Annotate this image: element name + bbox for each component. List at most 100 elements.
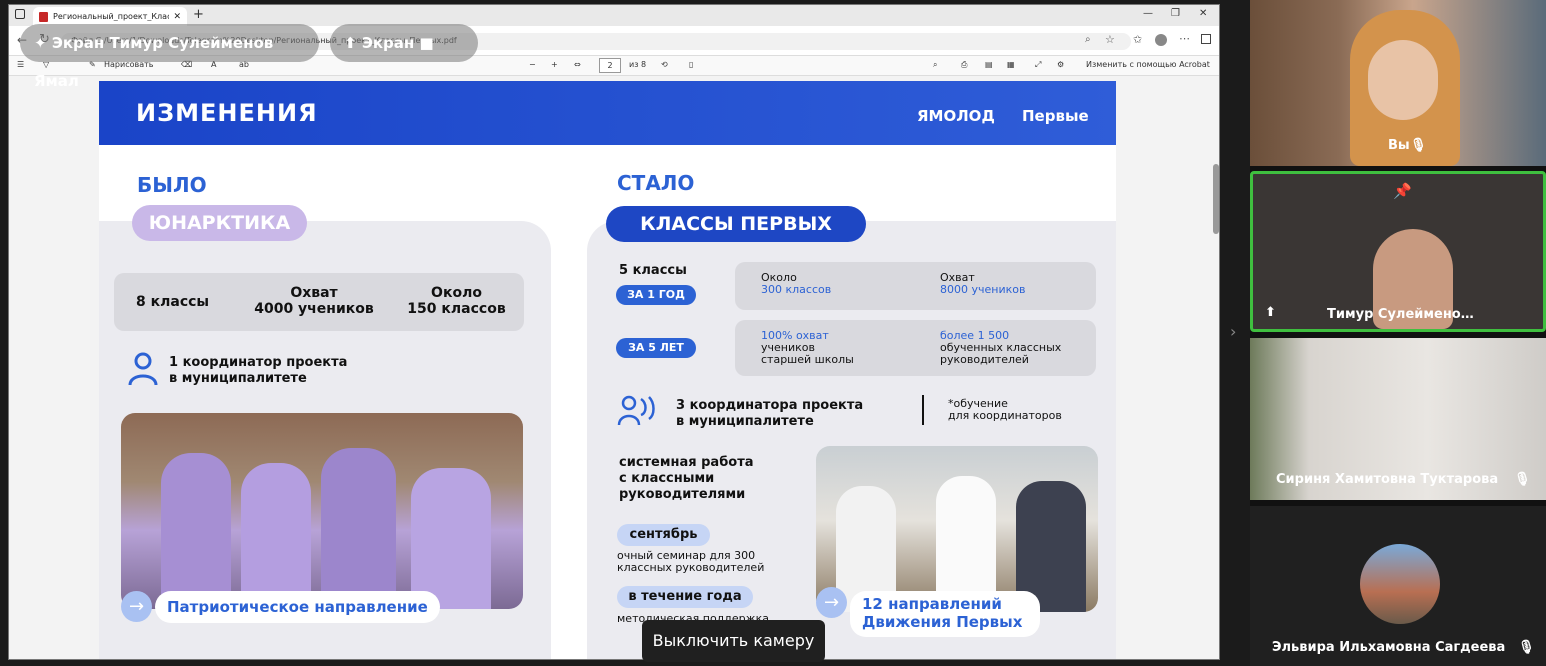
zoom-out-icon[interactable]: − [529,60,536,69]
pdf-icon [39,11,48,22]
rotate-icon[interactable]: ⟲ [661,60,668,69]
participant-tile-speaker[interactable]: 📌 ⬆ Тимур Сулейменo… [1250,171,1546,332]
system-line3: руководителями [619,487,746,502]
favorites-icon[interactable]: ✩ [1133,33,1142,46]
five-years-badge: ЗА 5 ЛЕТ [616,338,696,358]
participant-name-speaker: Тимур Сулейменo… [1327,307,1474,322]
one-year-col1-value: 300 классов [761,283,832,296]
edit-acrobat-button[interactable]: Изменить с помощью Acrobat [1086,60,1210,69]
fullscreen-icon[interactable]: ⤢ [1035,60,1041,70]
muted-mic-icon: 🎙 [1410,138,1427,153]
before-coordinator-line1: 1 координатор проекта [169,355,348,370]
before-caption: Патриотическое направление [155,591,440,623]
settings-gear-icon[interactable]: ⚙ [1057,60,1064,69]
after-program-pill: КЛАССЫ ПЕРВЫХ [606,206,866,242]
september-text-line2: классных руководителей [617,561,765,574]
print-icon[interactable]: ⎙ [961,60,967,70]
divider [922,395,924,425]
camera-off-tooltip: Выключить камеру [642,620,825,662]
after-arrow-icon: → [816,587,847,618]
group-icon [617,395,655,426]
profile-icon[interactable] [1155,34,1167,46]
sidebar-icon[interactable] [1201,34,1211,44]
before-approx-label: Около [431,285,482,301]
muted-mic-icon: 🎙 [1518,640,1535,655]
pin-icon: ✦ [34,34,47,52]
after-coordinator-line1: 3 координатора проекта [676,398,864,413]
save-icon[interactable]: ▤ [985,60,993,69]
pdf-viewer[interactable]: ИЗМЕНЕНИЯ ЯМОЛОД Первые БЫЛО ЮНАРКТИКА 8… [9,76,1219,659]
before-reach-value: 4000 учеников [254,301,374,317]
screen-share-icon: ⬆ [344,34,357,52]
browser-window: Региональный_проект_Классы_П ✕ + — ❐ ✕ ←… [8,4,1220,660]
save-as-icon[interactable]: ▦ [1007,60,1015,69]
one-year-col2-value: 8000 учеников [940,283,1026,296]
brand-ymolod: ЯМОЛОД [917,107,995,125]
system-line1: системная работа [619,455,754,470]
screen-label: Экран [361,34,415,52]
pin-icon[interactable]: 📌 [1393,182,1412,200]
tab-bar: Региональный_проект_Классы_П ✕ + — ❐ ✕ [9,5,1219,26]
screen-share-presenter-pill[interactable]: ✦ Экран Тимур Сулейменов Ямал [20,24,319,90]
close-window-icon[interactable]: ✕ [1199,8,1207,19]
directions-photo [816,446,1098,612]
patriotic-photo [121,413,523,609]
zoom-in-icon[interactable]: + [551,60,558,69]
person-icon [128,352,158,386]
minimize-icon[interactable]: — [1143,8,1153,19]
before-program-pill: ЮНАРКТИКА [132,205,307,241]
new-tab-icon[interactable]: + [193,7,204,22]
screen-pill[interactable]: ⬆ Экран ■ [330,24,478,62]
tab-actions-icon[interactable] [15,9,25,19]
page-view-icon[interactable]: ▯ [689,60,693,69]
page-number-input[interactable]: 2 [599,58,621,73]
camera-icon: ■ [419,34,434,52]
search-icon[interactable]: ⌕ [933,60,937,70]
system-line2: с классными [619,471,715,486]
fit-page-icon[interactable]: ⇔ [574,60,581,69]
favorite-star-icon[interactable]: ☆ [1105,33,1115,46]
more-menu-icon[interactable]: ⋯ [1179,32,1190,45]
collapse-panel-chevron-icon[interactable]: › [1230,322,1236,341]
participants-panel: Вы 🎙 📌 ⬆ Тимур Сулейменo… Сириня Хамитов… [1250,0,1546,666]
restore-icon[interactable]: ❐ [1171,8,1180,19]
one-year-badge: ЗА 1 ГОД [616,285,696,305]
five-col1-line3: старшей школы [761,353,854,366]
participant-tile-sirinya[interactable]: Сириня Хамитовна Туктарова 🎙 [1250,338,1546,500]
muted-mic-icon: 🎙 [1514,472,1531,487]
participant-name-sirinya: Сириня Хамитовна Туктарова [1276,472,1499,487]
share-indicator-icon: ⬆ [1265,305,1276,320]
self-face [1368,40,1438,120]
after-label: СТАЛО [617,171,695,195]
participant-tile-elvira[interactable]: Эльвира Ильхамовна Сагдеева 🎙 [1250,506,1546,666]
avatar [1360,544,1440,624]
after-caption: 12 направлений Движения Первых [850,591,1040,637]
before-classes: 8 классы [136,294,210,310]
brand-pervye: Первые [1022,107,1089,125]
contents-icon[interactable]: ☰ [17,60,24,69]
before-reach-label: Охват [290,285,338,301]
before-arrow-icon: → [121,591,152,622]
after-classes: 5 классы [619,263,687,278]
pdf-page: ИЗМЕНЕНИЯ ЯМОЛОД Первые БЫЛО ЮНАРКТИКА 8… [99,81,1116,659]
training-note-line2: для координаторов [948,409,1062,422]
five-col2-line3: руководителей [940,353,1029,366]
slide-title: ИЗМЕНЕНИЯ [136,99,318,127]
scrollbar[interactable] [1213,82,1219,654]
participant-name-self: Вы [1388,138,1410,153]
zoom-icon[interactable]: ⌕ [1085,34,1091,45]
year-round-badge: в течение года [617,586,753,608]
after-coordinator-line2: в муниципалитете [676,414,814,429]
after-caption-line1: 12 направлений [862,595,1002,613]
after-caption-line2: Движения Первых [862,613,1023,631]
scrollbar-thumb[interactable] [1213,164,1219,234]
september-badge: сентябрь [617,524,710,546]
close-tab-icon[interactable]: ✕ [173,12,181,22]
before-label: БЫЛО [137,173,207,197]
participant-tile-self[interactable]: Вы 🎙 [1250,0,1546,166]
slide-header: ИЗМЕНЕНИЯ ЯМОЛОД Первые [99,81,1116,145]
participant-name-elvira: Эльвира Ильхамовна Сагдеева [1272,640,1506,655]
before-approx-value: 150 классов [407,301,506,317]
before-coordinator-line2: в муниципалитете [169,371,307,386]
tab-title: Региональный_проект_Классы_П [53,12,169,21]
